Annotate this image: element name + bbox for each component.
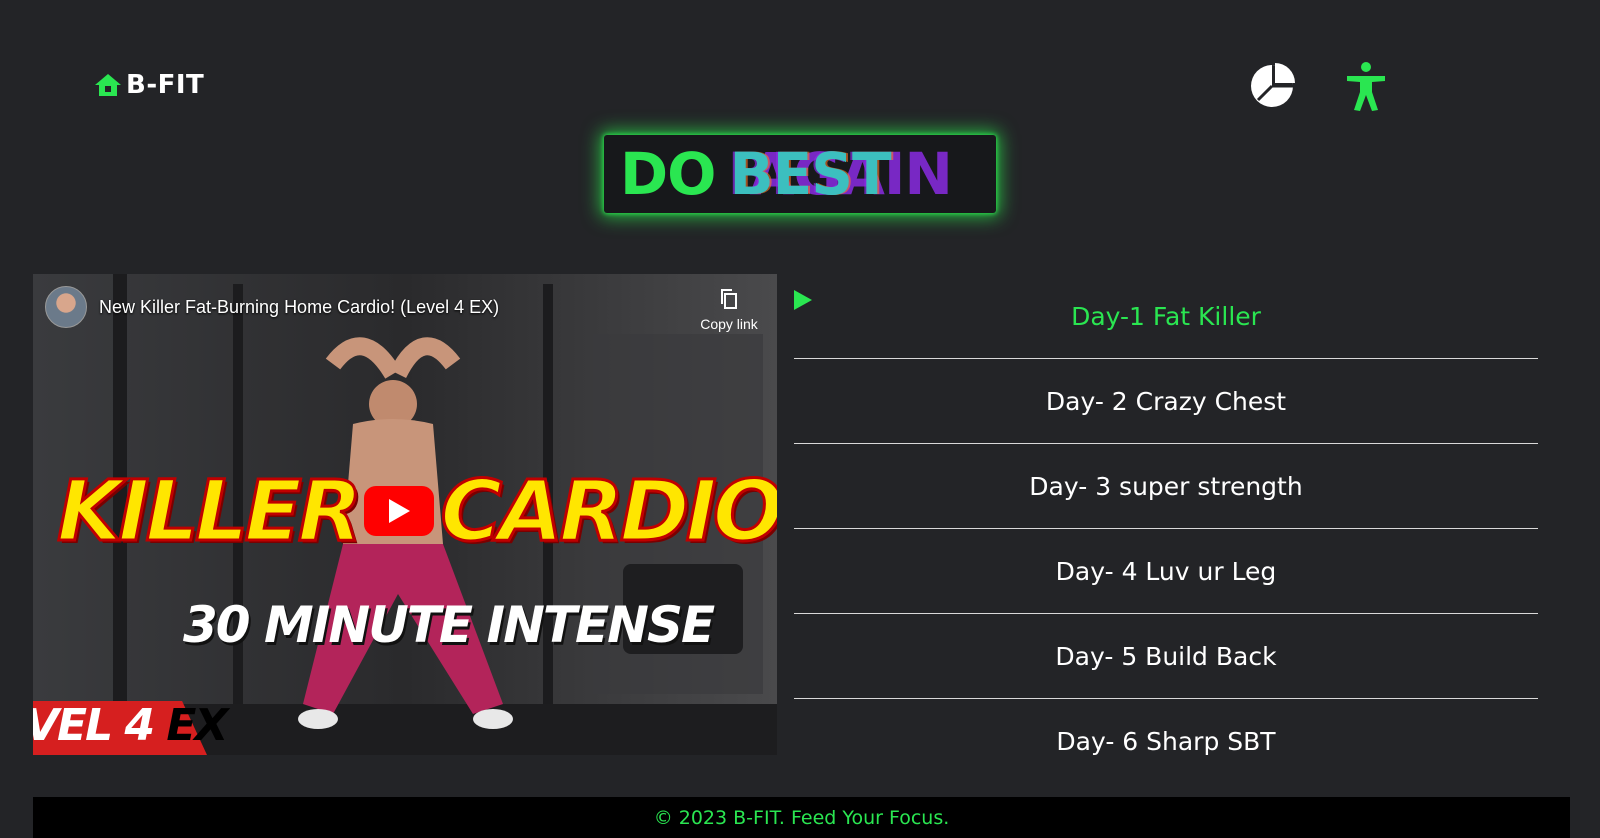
day-item-4[interactable]: Day- 4 Luv ur Leg bbox=[794, 529, 1538, 614]
thumbnail-word-left: KILLER bbox=[55, 461, 363, 562]
copy-icon bbox=[721, 289, 737, 309]
workout-day-list: Day-1 Fat Killer Day- 2 Crazy Chest Day-… bbox=[794, 274, 1538, 783]
day-label: Day- 3 super strength bbox=[1029, 471, 1303, 501]
day-item-3[interactable]: Day- 3 super strength bbox=[794, 444, 1538, 529]
day-label: Day- 2 Crazy Chest bbox=[1045, 386, 1287, 416]
channel-avatar[interactable] bbox=[45, 286, 87, 328]
video-player[interactable]: New Killer Fat-Burning Home Cardio! (Lev… bbox=[33, 274, 777, 755]
day-label: Day-1 Fat Killer bbox=[1071, 301, 1261, 331]
footer-copyright: © 2023 B-FIT. Feed Your Focus. bbox=[653, 806, 950, 829]
day-label: Day- 5 Build Back bbox=[1055, 641, 1277, 671]
accessibility-icon[interactable] bbox=[1342, 60, 1390, 112]
youtube-play-button[interactable] bbox=[364, 486, 435, 536]
footer: © 2023 B-FIT. Feed Your Focus. bbox=[33, 797, 1570, 838]
day-item-6[interactable]: Day- 6 Sharp SBT bbox=[794, 699, 1538, 783]
home-icon bbox=[94, 72, 122, 98]
level-text: VEL 4 EX bbox=[33, 700, 228, 751]
thumbnail-word-right: CARDIO bbox=[439, 461, 777, 562]
video-header: New Killer Fat-Burning Home Cardio! (Lev… bbox=[45, 286, 765, 328]
day-item-1[interactable]: Day-1 Fat Killer bbox=[794, 274, 1538, 359]
hero-heading: DO AGAIN BEST bbox=[620, 145, 953, 203]
day-label: Day- 4 Luv ur Leg bbox=[1055, 556, 1277, 586]
hero-word-do: DO bbox=[620, 140, 716, 208]
play-icon bbox=[389, 499, 411, 523]
day-item-2[interactable]: Day- 2 Crazy Chest bbox=[794, 359, 1538, 444]
day-label: Day- 6 Sharp SBT bbox=[1056, 726, 1276, 756]
copy-link-label: Copy link bbox=[700, 316, 758, 332]
day-item-5[interactable]: Day- 5 Build Back bbox=[794, 614, 1538, 699]
level-label: VEL 4 bbox=[33, 700, 155, 751]
video-title[interactable]: New Killer Fat-Burning Home Cardio! (Lev… bbox=[99, 297, 499, 318]
brand-name: B-FIT bbox=[126, 70, 205, 100]
copy-link-button[interactable]: Copy link bbox=[691, 288, 767, 332]
brand-logo[interactable]: B-FIT bbox=[94, 70, 204, 100]
hero-word-front: BEST bbox=[729, 140, 891, 208]
thumbnail-subtitle: 30 MINUTE INTENSE bbox=[183, 596, 715, 654]
level-suffix: EX bbox=[166, 700, 228, 751]
active-play-icon bbox=[794, 290, 812, 310]
hero-animated-word: AGAIN BEST bbox=[729, 145, 953, 203]
header-actions bbox=[1248, 60, 1390, 112]
pie-chart-icon[interactable] bbox=[1248, 60, 1296, 112]
thumbnail-headline: KILLER CARDIO bbox=[55, 461, 777, 562]
hero-banner: DO AGAIN BEST bbox=[604, 135, 996, 213]
